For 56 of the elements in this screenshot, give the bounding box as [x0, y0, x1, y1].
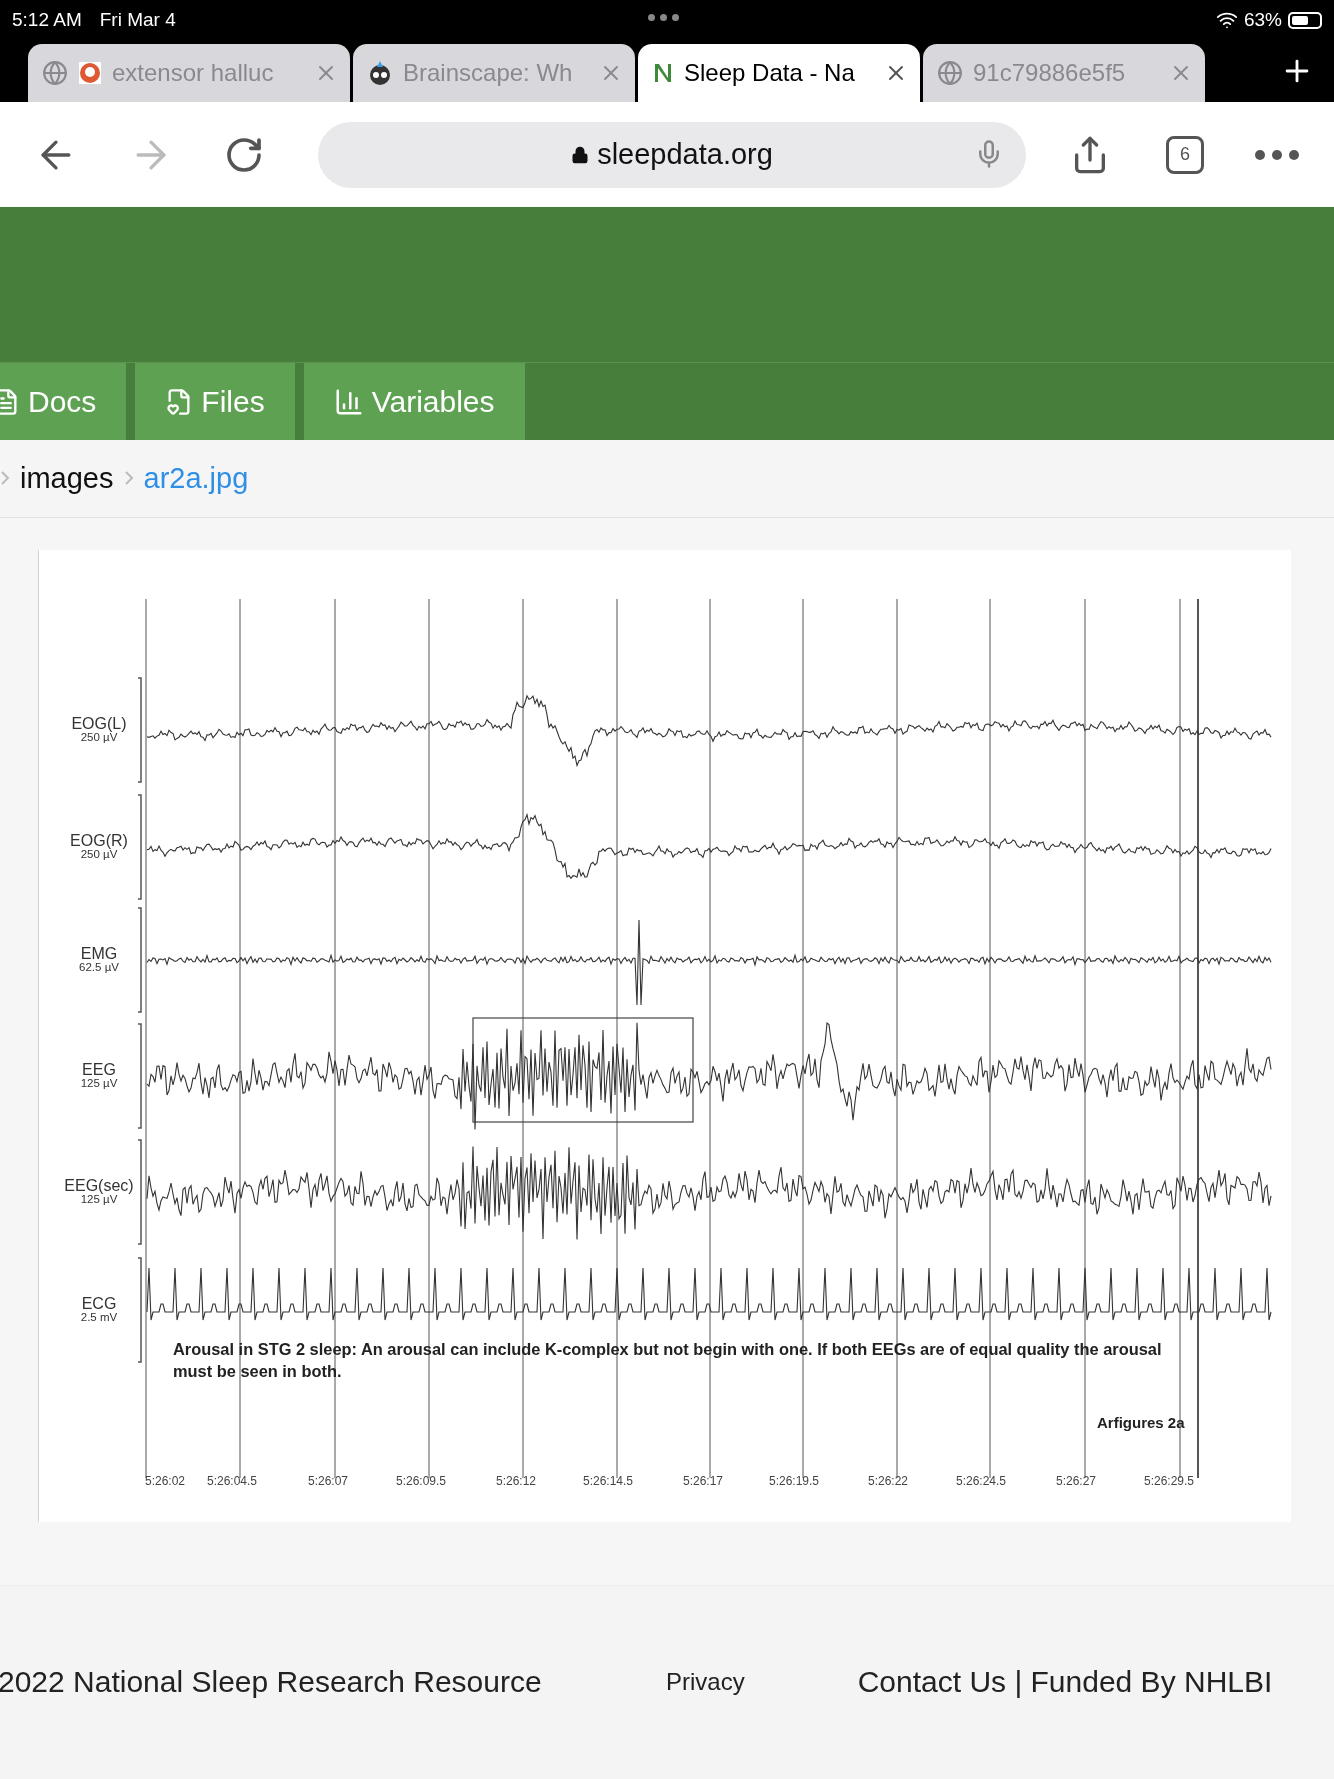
tab-title: Sleep Data - Na [684, 59, 856, 87]
browser-tab[interactable]: extensor halluc [28, 44, 350, 102]
more-dots-icon[interactable] [648, 14, 679, 21]
breadcrumb-link[interactable]: ar2a.jpg [143, 462, 249, 495]
lock-icon [571, 145, 590, 164]
tab-title: 91c79886e5f5 [973, 59, 1127, 87]
logo-icon [652, 61, 674, 85]
channel-scale: 250 µV [80, 849, 118, 861]
channel-scale: 125 µV [79, 1078, 119, 1090]
figure-label: Arfigures 2a [1097, 1414, 1185, 1431]
address-bar[interactable]: sleepdata.org [318, 121, 1027, 188]
time-label: 5:26:19.5 [769, 1474, 820, 1488]
nav-tab[interactable]: Files [135, 363, 295, 440]
browser-tab[interactable]: 91c79886e5f5 [923, 44, 1205, 102]
browser-tab[interactable]: Brainscape: Wh [353, 44, 635, 102]
globe-icon [42, 60, 68, 86]
robot-icon [367, 60, 393, 86]
nav-tab[interactable]: Docs [0, 363, 127, 440]
channel-name: EMG [79, 946, 119, 962]
copyright-text: 2022 National Sleep Research Resource [0, 1664, 543, 1699]
time-label: 5:26:04.5 [207, 1474, 258, 1488]
time-label: 5:26:24.5 [956, 1474, 1007, 1488]
figure-caption: Arousal in STG 2 sleep: An arousal can include K-complex but not begin with one. If both EEGs are of equal quality the arousal must be seen in both. [173, 1339, 1163, 1382]
tab-title: Brainscape: Wh [403, 59, 574, 87]
time-label: 5:26:29.5 [1144, 1474, 1195, 1488]
status-date: Fri Mar 4 [99, 9, 176, 31]
status-time: 5:12 AM [12, 9, 82, 31]
browser-tab[interactable]: Sleep Data - Na [638, 44, 920, 102]
battery-icon [1288, 11, 1322, 29]
time-label: 5:26:22 [868, 1474, 909, 1488]
contact-link[interactable]: Contact Us | Funded By NHLBI [857, 1664, 1273, 1699]
time-label: 5:26:12 [496, 1474, 537, 1488]
time-label: 5:26:27 [1056, 1474, 1097, 1488]
time-label: 5:26:17 [683, 1474, 724, 1488]
channel-name: EEG [81, 1062, 117, 1078]
channel-name: EOG(L) [70, 716, 128, 732]
channel-scale: 2.5 mV [79, 1312, 119, 1324]
more-icon[interactable] [1254, 148, 1300, 161]
breadcrumb-item[interactable]: images [20, 462, 114, 495]
privacy-link[interactable]: Privacy [666, 1667, 745, 1696]
time-label: 5:26:09.5 [396, 1474, 447, 1488]
url-text: sleepdata.org [597, 138, 773, 171]
channel-name: EEG(sec) [63, 1178, 135, 1194]
time-label: 5:26:14.5 [583, 1474, 634, 1488]
time-label: 5:26:07 [308, 1474, 349, 1488]
nav-tab[interactable]: Variables [303, 363, 525, 440]
channel-scale: 62.5 µV [78, 962, 120, 974]
time-label: 5:26:02 [145, 1474, 186, 1488]
channel-scale: 250 µV [80, 732, 118, 744]
channel-name: ECG [80, 1296, 118, 1312]
channel-name: EOG(R) [69, 833, 129, 849]
globe-icon [937, 60, 963, 86]
tab-title: extensor halluc [112, 59, 275, 87]
channel-scale: 125 µV [80, 1194, 118, 1206]
tab-count[interactable]: 6 [1166, 135, 1204, 174]
battery-percent: 63% [1243, 9, 1282, 31]
